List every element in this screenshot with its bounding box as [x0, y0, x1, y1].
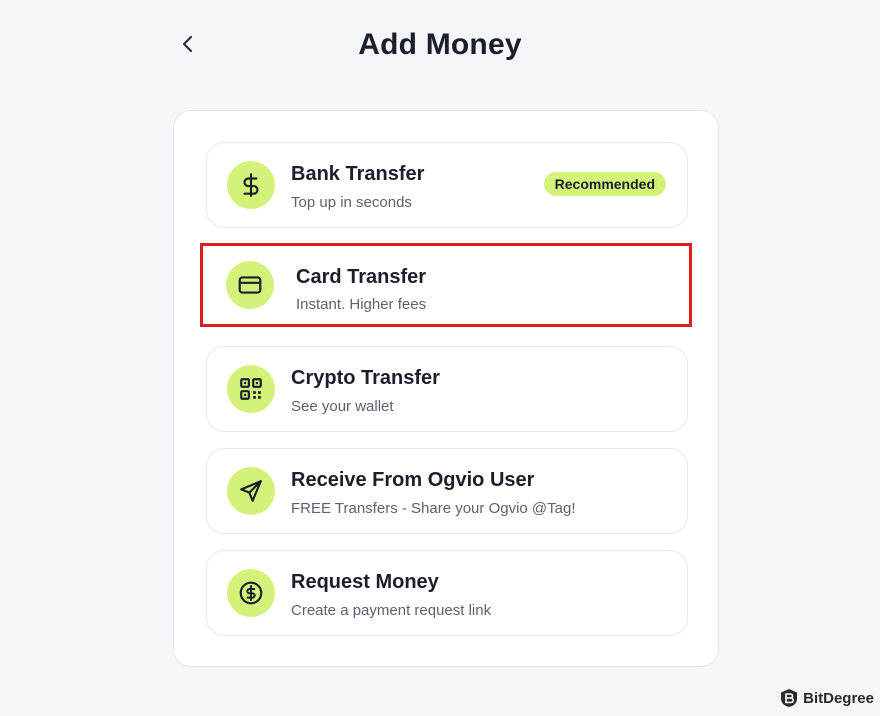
- option-subtitle: Create a payment request link: [291, 602, 492, 619]
- bitdegree-watermark: BitDegree: [779, 688, 874, 708]
- send-icon: [227, 467, 275, 515]
- dollar-circle-icon: [227, 569, 275, 617]
- add-money-options-card: Bank Transfer Top up in seconds Recommen…: [173, 110, 719, 667]
- option-subtitle: Instant. Higher fees: [296, 296, 427, 313]
- credit-card-icon: [226, 261, 274, 309]
- page-title: Add Money: [358, 28, 522, 61]
- option-title: Card Transfer: [296, 266, 427, 288]
- option-subtitle: Top up in seconds: [291, 194, 412, 211]
- qr-code-icon: [227, 365, 275, 413]
- dollar-icon: [227, 161, 275, 209]
- recommended-badge: Recommended: [543, 172, 666, 196]
- option-subtitle: See your wallet: [291, 398, 394, 415]
- option-title: Bank Transfer: [291, 163, 425, 185]
- option-card-transfer[interactable]: Card Transfer Instant. Higher fees: [200, 243, 692, 327]
- option-title: Request Money: [291, 571, 439, 593]
- option-bank-transfer[interactable]: Bank Transfer Top up in seconds Recommen…: [206, 142, 688, 228]
- option-receive-from-ogvio-user[interactable]: Receive From Ogvio User FREE Transfers -…: [206, 448, 688, 534]
- option-title: Receive From Ogvio User: [291, 469, 535, 491]
- option-title: Crypto Transfer: [291, 367, 440, 389]
- option-request-money[interactable]: Request Money Create a payment request l…: [206, 550, 688, 636]
- option-subtitle: FREE Transfers - Share your Ogvio @Tag!: [291, 500, 576, 517]
- bitdegree-logo-icon: [779, 688, 799, 708]
- option-crypto-transfer[interactable]: Crypto Transfer See your wallet: [206, 346, 688, 432]
- watermark-text: BitDegree: [803, 689, 874, 707]
